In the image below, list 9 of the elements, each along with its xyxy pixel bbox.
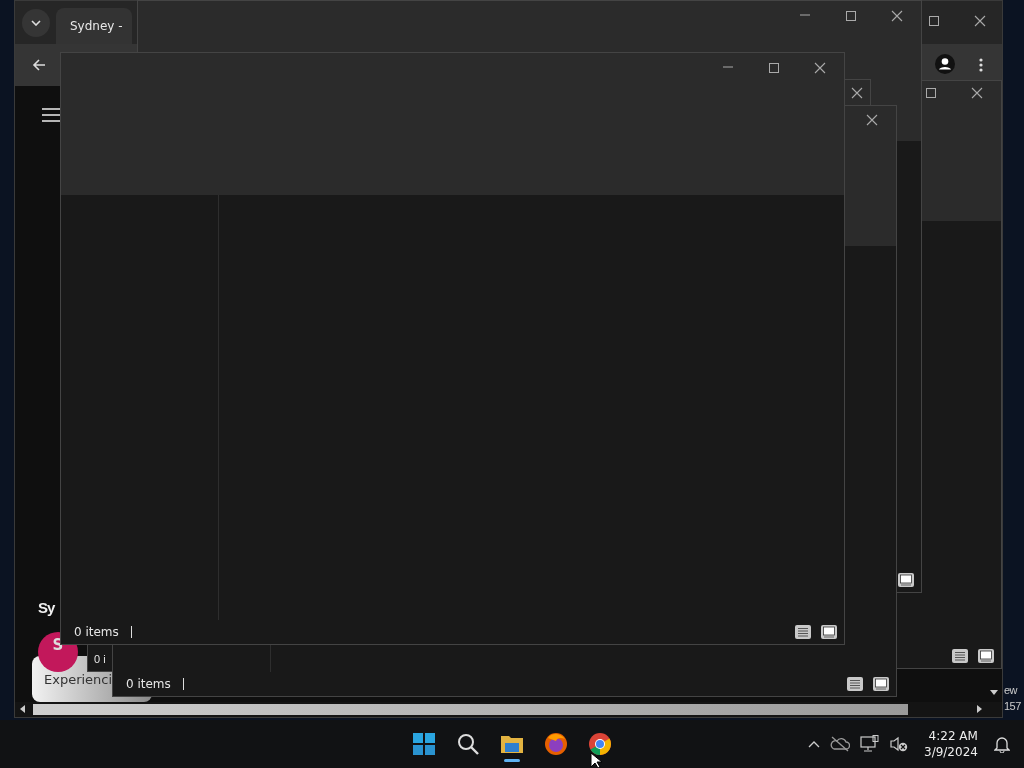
desktop-icon-label: ew — [1004, 684, 1018, 696]
channel-heading: Sy — [38, 599, 55, 616]
item-count: 0 i — [94, 653, 106, 665]
clock[interactable]: 4:22 AM 3/9/2024 — [924, 728, 978, 760]
clock-date: 3/9/2024 — [924, 744, 978, 760]
browser-tab[interactable]: Sydney - — [56, 8, 132, 44]
clock-time: 4:22 AM — [928, 728, 978, 744]
desktop-icon-label: 157 — [1004, 700, 1021, 712]
tab-title: Sydney - — [70, 19, 123, 33]
